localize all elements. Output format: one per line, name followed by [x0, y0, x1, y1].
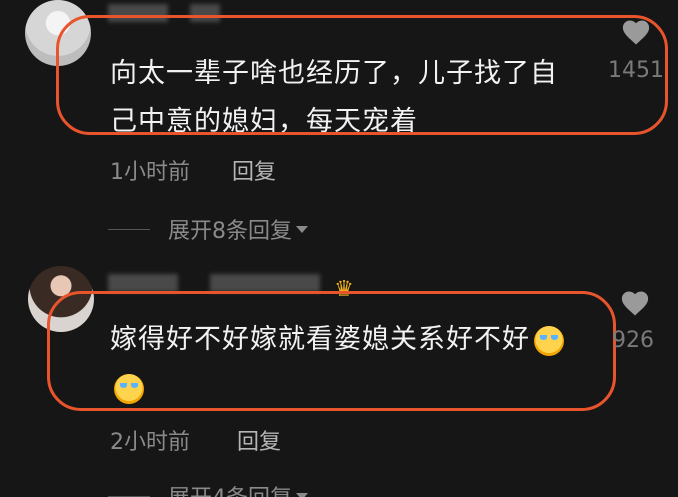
comment-time: 2小时前 — [110, 430, 190, 455]
comment-text: 嫁得好不好嫁就看婆媳关系好不好 — [110, 316, 580, 412]
username-redacted — [108, 274, 178, 292]
comment-text-body: 嫁得好不好嫁就看婆媳关系好不好 — [110, 324, 530, 355]
expand-replies-label: 展开4条回复 — [168, 480, 292, 497]
avatar[interactable] — [28, 266, 94, 332]
avatar[interactable] — [25, 0, 91, 66]
crown-icon: ♛ — [334, 277, 354, 302]
divider — [108, 495, 150, 497]
expand-replies-button[interactable]: 展开4条回复 — [108, 480, 308, 497]
username-redacted — [190, 4, 220, 22]
expand-replies-label: 展开8条回复 — [168, 219, 292, 244]
chevron-down-icon — [296, 492, 308, 497]
comment-text: 向太一辈子啥也经历了，儿子找了自己中意的媳妇，每天宠着 — [110, 58, 558, 137]
username-redacted — [108, 4, 168, 22]
heart-icon[interactable] — [620, 289, 650, 317]
heart-icon[interactable] — [621, 18, 651, 46]
like-count: 1451 — [608, 58, 664, 83]
expand-replies-button[interactable]: 展开8条回复 — [108, 213, 308, 245]
like-count: 926 — [612, 328, 654, 353]
chevron-down-icon — [296, 225, 308, 233]
reply-button[interactable]: 回复 — [232, 154, 276, 186]
crying-laughing-emoji — [114, 373, 144, 404]
username-redacted — [210, 274, 320, 292]
comment-list: 向太一辈子啥也经历了，儿子找了自己中意的媳妇，每天宠着 1451 1小时前 回复… — [0, 0, 678, 497]
divider — [108, 228, 150, 230]
crying-laughing-emoji — [534, 325, 564, 356]
reply-button[interactable]: 回复 — [237, 424, 281, 456]
comment-time: 1小时前 — [110, 160, 190, 185]
